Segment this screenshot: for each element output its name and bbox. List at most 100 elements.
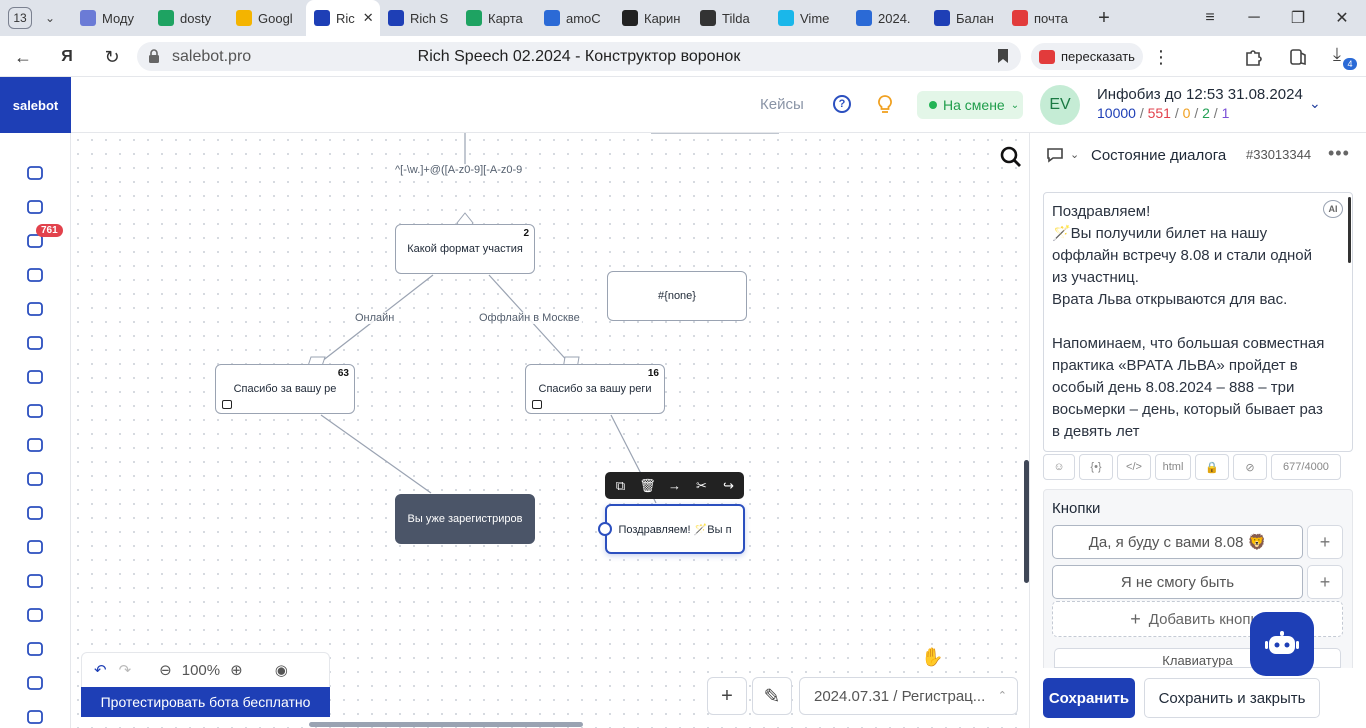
catalog-icon[interactable] — [24, 571, 46, 591]
restore-button[interactable]: ❐ — [1276, 0, 1320, 36]
save-button[interactable]: Сохранить — [1043, 678, 1135, 718]
salebot-logo[interactable]: salebot — [0, 77, 71, 133]
close-tab-icon[interactable]: ✕ — [363, 10, 374, 26]
account-chevron-icon[interactable]: ⌄ — [1309, 95, 1321, 112]
minimize-button[interactable]: ─ — [1232, 0, 1276, 36]
bookmark-icon[interactable] — [997, 48, 1009, 64]
add-row-plus-icon[interactable]: + — [1307, 525, 1343, 559]
bot-assistant-button[interactable] — [1250, 612, 1314, 676]
node-already-registered[interactable]: Вы уже зарегистриров — [395, 494, 535, 544]
code-icon[interactable]: </> — [1117, 454, 1151, 480]
undo-icon[interactable]: ↶ — [94, 661, 107, 679]
variable-icon[interactable]: {•} — [1079, 454, 1113, 480]
eye-icon[interactable]: ◉ — [275, 661, 288, 679]
chats-icon[interactable] — [24, 673, 46, 693]
more-icon[interactable]: ••• — [1328, 143, 1350, 164]
copy-icon[interactable]: ⧉ — [611, 478, 631, 494]
download-icon[interactable]: ⤓ — [1333, 44, 1341, 65]
share-icon[interactable]: ↪ — [719, 478, 739, 494]
avatar[interactable]: EV — [1040, 85, 1080, 125]
browser-tab[interactable]: почта — [1004, 0, 1082, 36]
browser-tab[interactable]: Ric ✕ — [306, 0, 380, 36]
tv-icon[interactable] — [24, 469, 46, 489]
chat-icon[interactable] — [1046, 147, 1064, 163]
help-icon[interactable]: ? — [833, 95, 851, 113]
funnel-canvas[interactable]: ^[-\w.]+@([A-z0-9][-A-z0-9 Какой формат … — [71, 133, 1029, 728]
zoom-out-icon[interactable]: ⊖ — [159, 661, 172, 679]
chevron-down-icon[interactable]: ⌄ — [1070, 148, 1079, 161]
shift-status-dropdown[interactable]: На смене ⌄ — [917, 91, 1023, 119]
analytics-icon[interactable] — [24, 503, 46, 523]
horizontal-scrollbar[interactable] — [309, 722, 583, 727]
keyboard-button-no[interactable]: Я не смогу быть — [1052, 565, 1303, 599]
ai-icon[interactable] — [24, 197, 46, 217]
courses-icon[interactable] — [24, 435, 46, 455]
browser-tab[interactable]: amoC — [536, 0, 614, 36]
table-icon[interactable] — [24, 537, 46, 557]
node-format[interactable]: Какой формат участия 2 — [395, 224, 535, 274]
browser-tab[interactable]: 2024. — [848, 0, 926, 36]
tab-label: Rich S — [410, 10, 449, 26]
reload-icon[interactable]: ↻ — [99, 44, 125, 70]
add-row-plus-icon[interactable]: + — [1307, 565, 1343, 599]
browser-tab[interactable]: Vime — [770, 0, 848, 36]
browser-tab[interactable]: Карин — [614, 0, 692, 36]
browser-more-icon[interactable]: ⋮ — [1148, 44, 1174, 70]
test-bot-button[interactable]: Протестировать бота бесплатно — [81, 687, 330, 717]
layers-icon[interactable] — [24, 401, 46, 421]
database-icon[interactable] — [24, 639, 46, 659]
trash-icon[interactable]: 🗑 — [638, 478, 658, 494]
collections-icon[interactable] — [1288, 47, 1308, 67]
back-arrow-icon[interactable]: ← — [10, 44, 36, 70]
url-field[interactable]: salebot.pro Rich Speech 02.2024 - Констр… — [137, 42, 1021, 71]
funnel-icon[interactable] — [24, 163, 46, 183]
funnel-select[interactable]: 2024.07.31 / Регистрац... ⌃ — [799, 677, 1018, 715]
arrow-right-icon[interactable]: → — [665, 478, 685, 493]
new-tab-button[interactable]: + — [1090, 4, 1118, 32]
ai-icon[interactable]: AI — [1323, 200, 1343, 218]
browser-tab[interactable]: Rich S — [380, 0, 458, 36]
yandex-icon[interactable]: Я — [54, 44, 80, 70]
cases-link[interactable]: Кейсы — [760, 96, 804, 113]
html-toggle[interactable]: html — [1155, 454, 1191, 480]
mute-icon[interactable]: ⊘ — [1233, 454, 1267, 480]
bulb-icon[interactable] — [875, 94, 895, 116]
edit-pencil-button[interactable]: ✎ — [752, 677, 792, 715]
tab-favicon-icon — [934, 10, 950, 26]
lock-icon[interactable]: 🔒 — [1195, 454, 1229, 480]
emoji-icon[interactable]: ☺ — [1043, 454, 1075, 480]
browser-tab[interactable]: Googl — [228, 0, 306, 36]
node-thanks-offline[interactable]: Спасибо за вашу реги 16 — [525, 364, 665, 414]
browser-tab[interactable]: Моду — [72, 0, 150, 36]
save-close-button[interactable]: Сохранить и закрыть — [1144, 678, 1320, 718]
close-window-button[interactable]: ✕ — [1320, 0, 1364, 36]
node-thanks-online[interactable]: Спасибо за вашу ре 63 — [215, 364, 355, 414]
forms-icon[interactable] — [24, 299, 46, 319]
tab-label: amoC — [566, 10, 601, 26]
browser-tab[interactable]: Tilda — [692, 0, 770, 36]
search-icon[interactable] — [1000, 146, 1022, 168]
mail-icon[interactable] — [24, 367, 46, 387]
node-none[interactable]: #{none} — [607, 271, 747, 321]
message-scrollbar[interactable] — [1348, 197, 1351, 263]
add-block-button[interactable]: + — [707, 677, 747, 715]
tab-count-button[interactable]: 13 — [8, 7, 32, 29]
list-icon[interactable] — [24, 333, 46, 353]
scissors-icon[interactable]: ✂ — [692, 478, 712, 494]
retell-button[interactable]: пересказать — [1031, 43, 1143, 70]
tab-list-chevron-icon[interactable]: ⌄ — [40, 11, 60, 25]
folder-icon[interactable] — [24, 605, 46, 625]
extensions-icon[interactable] — [1243, 47, 1263, 67]
browser-tab[interactable]: Карта — [458, 0, 536, 36]
message-textarea[interactable]: Поздравляем! 🪄Вы получили билет на нашу о… — [1043, 192, 1353, 452]
node-congrats[interactable]: Поздравляем! 🪄Вы п — [605, 504, 745, 554]
broadcast-icon[interactable] — [24, 265, 46, 285]
browser-tab[interactable]: Балан — [926, 0, 1004, 36]
browser-tab[interactable]: dosty — [150, 0, 228, 36]
zoom-in-icon[interactable]: ⊕ — [230, 661, 243, 679]
redo-icon[interactable]: ↷ — [119, 661, 132, 679]
menu-icon[interactable]: ≡ — [1188, 0, 1232, 36]
keyboard-button-yes[interactable]: Да, я буду с вами 8.08 🦁 — [1052, 525, 1303, 559]
card-icon[interactable] — [24, 707, 46, 727]
node-input-handle[interactable] — [598, 522, 612, 536]
